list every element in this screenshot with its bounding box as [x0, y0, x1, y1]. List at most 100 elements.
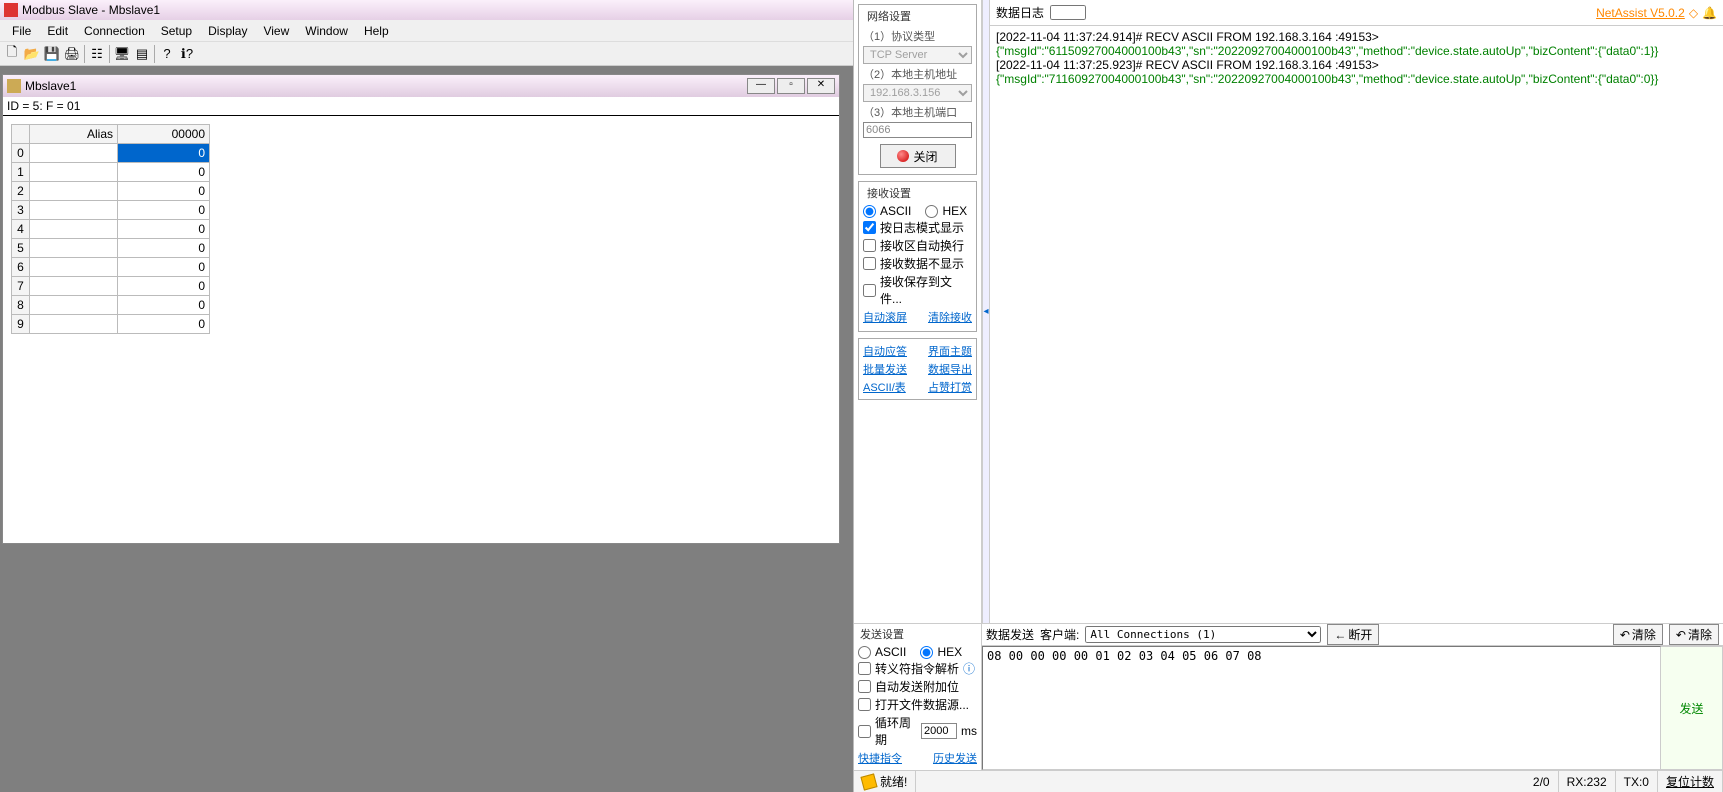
recv-ascii-radio[interactable] — [863, 205, 876, 218]
send-button[interactable]: 发送 — [1661, 646, 1723, 770]
theme-link[interactable]: 界面主题 — [928, 343, 972, 359]
host-select[interactable]: 192.168.3.156 — [863, 84, 972, 102]
diamond-icon[interactable]: ◇ — [1689, 6, 1698, 20]
separator — [154, 45, 155, 63]
statusbar: 就绪! 2/0 RX:232 TX:0 复位计数 — [854, 770, 1723, 792]
clear-button[interactable]: ↶清除 — [1613, 624, 1663, 645]
auto-wrap-check[interactable] — [863, 239, 876, 252]
append-check[interactable] — [858, 680, 871, 693]
log-body[interactable]: [2022-11-04 11:37:24.914]# RECV ASCII FR… — [990, 26, 1723, 623]
menu-display[interactable]: Display — [200, 22, 255, 40]
collapse-handle[interactable]: ◂ — [982, 0, 990, 623]
log-header: 数据日志 NetAssist V5.0.2 ◇ 🔔 — [990, 0, 1723, 26]
table-row: 80 — [12, 296, 210, 315]
menu-view[interactable]: View — [255, 22, 297, 40]
menu-edit[interactable]: Edit — [39, 22, 76, 40]
connect-icon[interactable]: ☷ — [87, 44, 107, 64]
run-icon[interactable]: ▤ — [132, 44, 152, 64]
send-settings: 发送设置 ASCII HEX 转义符指令解析 ⓘ 自动发送附加位 打开文件数据源… — [854, 624, 982, 770]
net-fieldset: 网络设置 （1）协议类型 TCP Server （2）本地主机地址 192.16… — [858, 4, 977, 175]
log-filter-input[interactable] — [1050, 5, 1086, 20]
send-textarea[interactable] — [982, 646, 1661, 770]
batch-send-link[interactable]: 批量发送 — [863, 361, 907, 377]
recv-hex-radio[interactable] — [925, 205, 938, 218]
info-icon[interactable]: ⓘ — [963, 660, 975, 677]
col-alias[interactable]: Alias — [30, 125, 118, 144]
clear-recv-link[interactable]: 清除接收 — [928, 309, 972, 325]
table-row: 50 — [12, 239, 210, 258]
open-icon[interactable]: 📂 — [22, 44, 42, 64]
table-row: 60 — [12, 258, 210, 277]
table-row: 30 — [12, 201, 210, 220]
close-button[interactable]: ✕ — [807, 78, 835, 94]
send-title: 发送设置 — [858, 626, 906, 642]
col-value[interactable]: 00000 — [118, 125, 210, 144]
id-status: ID = 5: F = 01 — [3, 97, 839, 116]
auto-reply-link[interactable]: 自动应答 — [863, 343, 907, 359]
quick-cmd-link[interactable]: 快捷指令 — [858, 750, 902, 766]
app-icon — [4, 3, 18, 17]
escape-check[interactable] — [858, 662, 871, 675]
recv-title: 接收设置 — [865, 185, 913, 201]
monitor-icon[interactable]: 🖥 — [112, 44, 132, 64]
ascii-table-link[interactable]: ASCII/表 — [863, 379, 906, 395]
menubar: File Edit Connection Setup Display View … — [0, 20, 853, 42]
menu-window[interactable]: Window — [297, 22, 356, 40]
clear-button-2[interactable]: ↶清除 — [1669, 624, 1719, 645]
disconnect-button[interactable]: ←断开 — [1327, 624, 1379, 645]
donate-link[interactable]: 占赞打赏 — [928, 379, 972, 395]
history-link[interactable]: 历史发送 — [933, 750, 977, 766]
menu-file[interactable]: File — [4, 22, 39, 40]
save-icon[interactable]: 💾 — [42, 44, 62, 64]
loop-check[interactable] — [858, 725, 871, 738]
log-mode-check[interactable] — [863, 221, 876, 234]
menu-connection[interactable]: Connection — [76, 22, 153, 40]
whatsthis-icon[interactable]: ℹ? — [177, 44, 197, 64]
app-titlebar: Modbus Slave - Mbslave1 — [0, 0, 853, 20]
register-table: Alias 00000 00 10 20 30 40 50 60 70 80 9… — [11, 124, 210, 334]
menu-setup[interactable]: Setup — [153, 22, 200, 40]
period-input[interactable] — [921, 723, 957, 739]
proto-label: （1）协议类型 — [863, 28, 972, 44]
auto-scroll-link[interactable]: 自动滚屏 — [863, 309, 907, 325]
log-area: 数据日志 NetAssist V5.0.2 ◇ 🔔 [2022-11-04 11… — [990, 0, 1723, 623]
rx-count: RX:232 — [1559, 771, 1616, 792]
send-bar: 数据发送 客户端: All Connections (1) ←断开 ↶清除 ↶清… — [982, 624, 1723, 646]
table-row: 40 — [12, 220, 210, 239]
send-ascii-radio[interactable] — [858, 646, 871, 659]
table-row: 70 — [12, 277, 210, 296]
send-hex-radio[interactable] — [920, 646, 933, 659]
separator — [109, 45, 110, 63]
reset-counter-button[interactable]: 复位计数 — [1658, 771, 1723, 792]
table-row: 00 — [12, 144, 210, 163]
broom-icon: ↶ — [1620, 628, 1630, 642]
new-icon[interactable]: 🗋 — [2, 44, 22, 64]
table-row: 90 — [12, 315, 210, 334]
toolbar: 🗋 📂 💾 🖨 ☷ 🖥 ▤ ? ℹ? — [0, 42, 853, 66]
tx-count: TX:0 — [1616, 771, 1658, 792]
client-select[interactable]: All Connections (1) — [1085, 626, 1321, 643]
host-label: （2）本地主机地址 — [863, 66, 972, 82]
mdi-workspace: Mbslave1 — ▫ ✕ ID = 5: F = 01 Alias 0000… — [0, 66, 853, 792]
minimize-button[interactable]: — — [747, 78, 775, 94]
broom-icon: ↶ — [1676, 628, 1686, 642]
maximize-button[interactable]: ▫ — [777, 78, 805, 94]
mdi-titlebar[interactable]: Mbslave1 — ▫ ✕ — [3, 75, 839, 97]
bell-icon[interactable]: 🔔 — [1702, 6, 1717, 20]
export-link[interactable]: 数据导出 — [928, 361, 972, 377]
brand-link[interactable]: NetAssist V5.0.2 — [1596, 6, 1685, 20]
file-source-check[interactable] — [858, 698, 871, 711]
net-title: 网络设置 — [865, 8, 913, 24]
ready-cell: 就绪! — [854, 771, 916, 792]
save-file-check[interactable] — [863, 284, 876, 297]
print-icon[interactable]: 🖨 — [62, 44, 82, 64]
close-connection-button[interactable]: 关闭 — [880, 144, 956, 168]
menu-help[interactable]: Help — [356, 22, 397, 40]
hide-recv-check[interactable] — [863, 257, 876, 270]
help-icon[interactable]: ? — [157, 44, 177, 64]
proto-select[interactable]: TCP Server — [863, 46, 972, 64]
port-input[interactable] — [863, 122, 972, 138]
mdi-child: Mbslave1 — ▫ ✕ ID = 5: F = 01 Alias 0000… — [2, 74, 840, 544]
send-main: 数据发送 客户端: All Connections (1) ←断开 ↶清除 ↶清… — [982, 624, 1723, 770]
log-title: 数据日志 — [996, 4, 1044, 21]
